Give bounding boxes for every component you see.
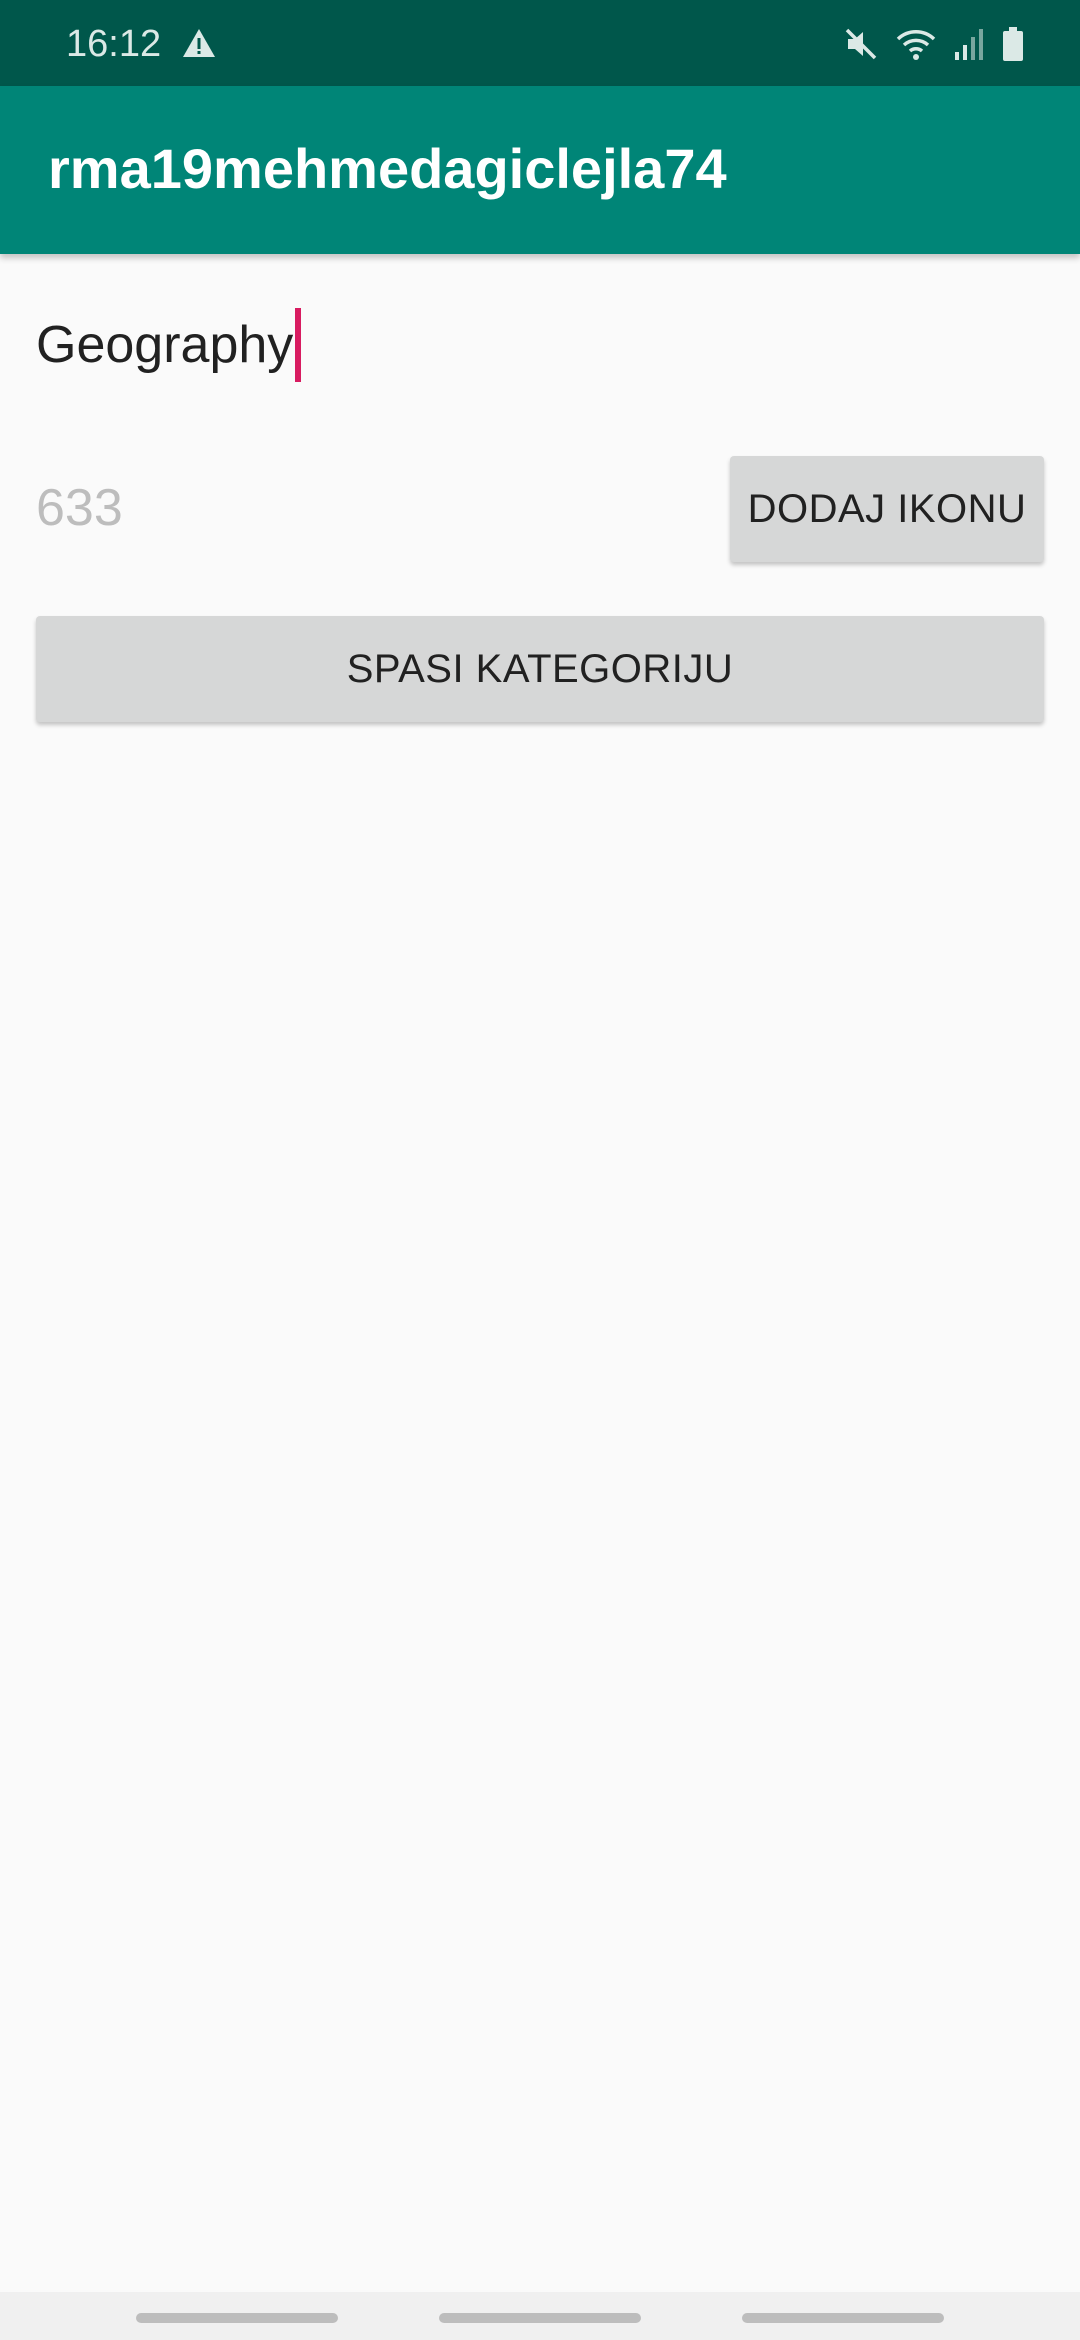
icon-id-value: 633 [36, 479, 123, 537]
alert-icon [182, 28, 216, 58]
icon-id-input[interactable]: 633 [36, 470, 686, 546]
recent-apps-button[interactable] [136, 2313, 338, 2323]
navigation-bar [0, 2292, 1080, 2340]
app-bar: rma19mehmedagiclejla74 [0, 86, 1080, 254]
add-icon-button[interactable]: DODAJ IKONU [730, 456, 1044, 562]
category-name-input[interactable]: Geography [36, 300, 1044, 390]
status-icons [844, 24, 1024, 64]
category-name-value: Geography [36, 316, 294, 374]
status-bar: 16:12 [0, 0, 1080, 86]
back-button[interactable] [742, 2313, 944, 2323]
mute-icon [844, 27, 878, 61]
text-cursor [295, 308, 302, 382]
app-title: rma19mehmedagiclejla74 [48, 137, 727, 200]
battery-icon [1002, 27, 1024, 61]
status-time: 16:12 [66, 23, 162, 65]
save-category-button[interactable]: SPASI KATEGORIJU [36, 616, 1044, 722]
signal-icon [954, 28, 984, 60]
home-button[interactable] [439, 2313, 641, 2323]
wifi-icon [896, 27, 936, 61]
